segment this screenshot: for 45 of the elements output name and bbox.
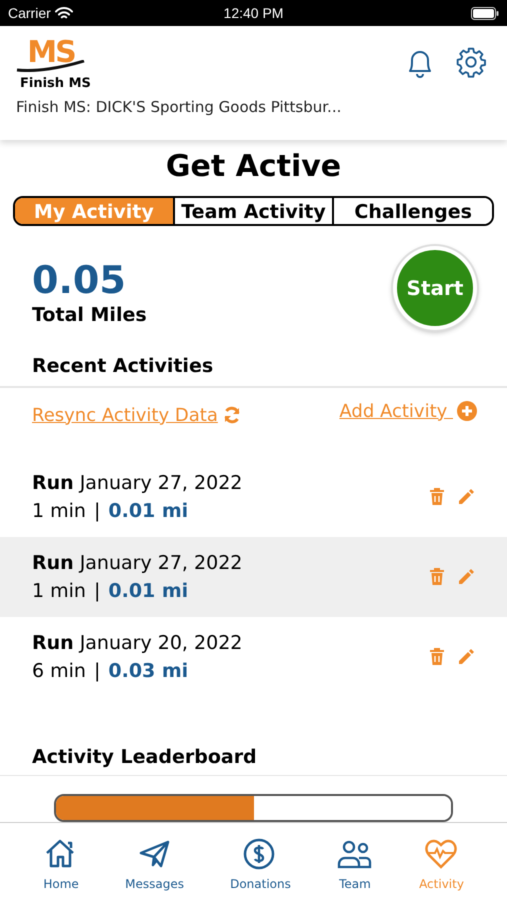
- trash-icon[interactable]: [429, 488, 445, 506]
- activity-duration: 1 min: [32, 498, 86, 524]
- tab-bar-item[interactable]: Team: [336, 837, 373, 893]
- activity-duration: 6 min: [32, 658, 86, 684]
- activity-type: Run: [32, 630, 74, 656]
- battery-icon: [471, 6, 499, 20]
- activity-distance: 0.03 mi: [108, 658, 188, 684]
- section-heading: Activity Leaderboard: [31, 744, 258, 769]
- settings-icon[interactable]: [455, 46, 487, 78]
- trash-icon[interactable]: [429, 568, 445, 586]
- activity-date: January 20, 2022: [80, 630, 242, 656]
- separator: |: [94, 658, 100, 684]
- heart-pulse-icon: [424, 837, 460, 871]
- segment-tab[interactable]: Challenges: [332, 198, 492, 224]
- tab-bar-item[interactable]: Home: [43, 837, 80, 893]
- tab-bar-item[interactable]: Donations: [230, 837, 291, 893]
- start-button[interactable]: Start: [393, 246, 477, 330]
- activity-date: January 27, 2022: [80, 470, 242, 496]
- plus-circle-icon: [457, 401, 477, 422]
- logo-caption: Finish MS: [20, 75, 91, 93]
- activity-row[interactable]: Run January 27, 2022 1 min | 0.01 mi: [0, 536, 507, 617]
- activity-type: Run: [32, 550, 74, 576]
- carrier-label: Carrier: [8, 4, 51, 22]
- leaderboard-tab[interactable]: [254, 796, 451, 820]
- logo: MS: [16, 38, 86, 74]
- time-label: 12:40 PM: [224, 4, 284, 22]
- separator: |: [94, 578, 100, 604]
- activity-distance: 0.01 mi: [108, 578, 188, 604]
- wifi-icon: [54, 6, 73, 20]
- trash-icon[interactable]: [429, 648, 445, 666]
- section-heading: Recent Activities: [31, 354, 214, 378]
- pencil-icon[interactable]: [457, 568, 475, 586]
- activity-duration: 1 min: [32, 578, 86, 604]
- total-miles-label: Total Miles: [32, 303, 147, 328]
- tab-bar-item[interactable]: Messages: [125, 837, 184, 893]
- refresh-icon: [222, 406, 241, 424]
- event-name: Finish MS: DICK'S Sporting Goods Pittsbur...: [16, 96, 342, 118]
- total-miles-value: 0.05: [32, 257, 127, 304]
- page-title: Get Active: [164, 148, 342, 186]
- separator: |: [94, 498, 100, 524]
- pencil-icon[interactable]: [457, 488, 475, 506]
- pencil-icon[interactable]: [457, 648, 475, 666]
- activity-distance: 0.01 mi: [108, 498, 188, 524]
- activity-type: Run: [32, 470, 74, 496]
- activity-date: January 27, 2022: [80, 550, 242, 576]
